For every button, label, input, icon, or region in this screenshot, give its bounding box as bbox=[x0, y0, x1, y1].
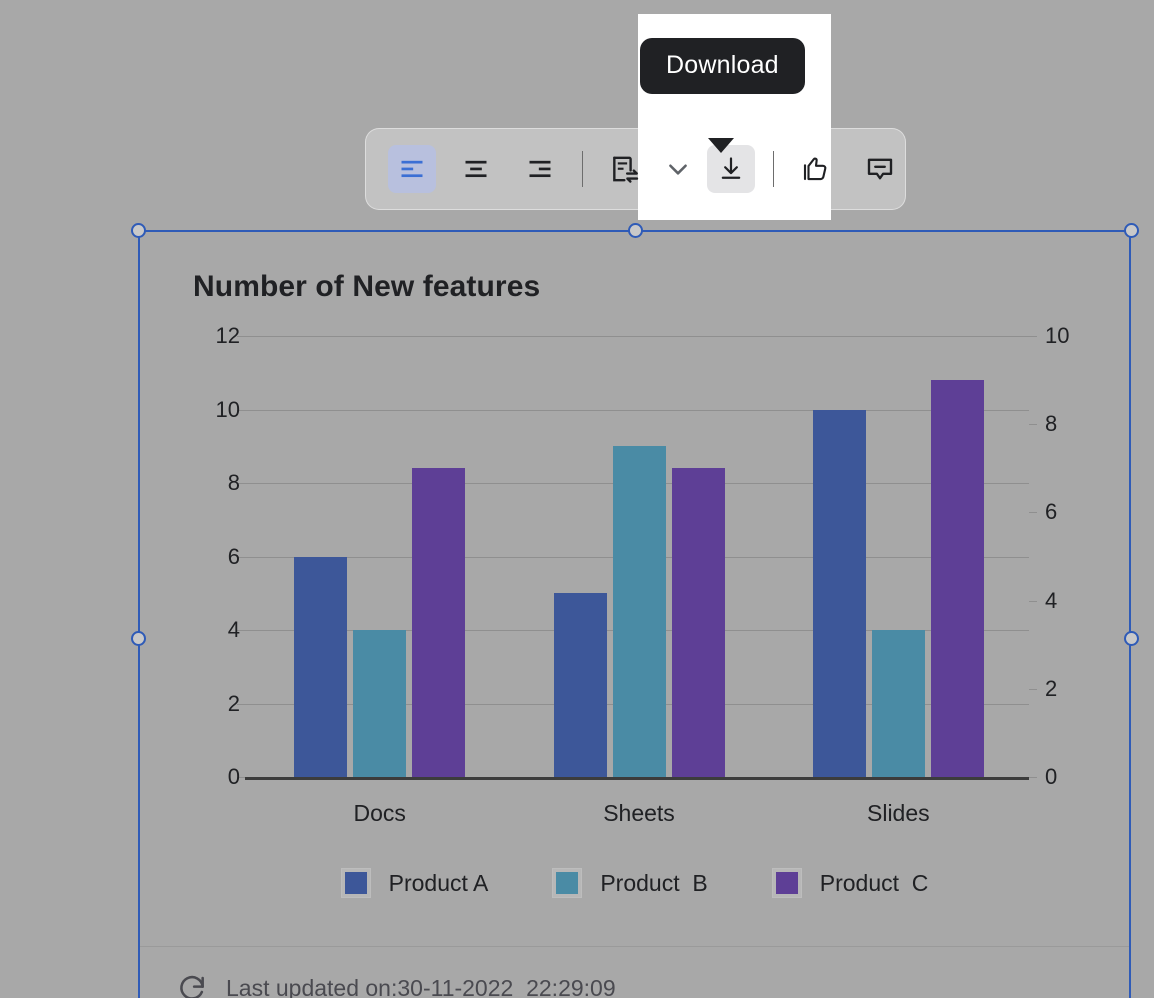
swap-rows-columns-icon bbox=[609, 153, 641, 185]
align-right-icon bbox=[526, 155, 554, 183]
legend-label: Product A bbox=[389, 870, 489, 897]
bar bbox=[412, 468, 465, 777]
legend-item[interactable]: Product A bbox=[341, 868, 489, 898]
align-left-button[interactable] bbox=[388, 145, 436, 193]
legend-label: Product B bbox=[600, 870, 707, 897]
align-center-button[interactable] bbox=[452, 145, 500, 193]
chart-card[interactable]: Number of New features 024681012 0246810… bbox=[140, 232, 1129, 998]
bar bbox=[931, 380, 984, 777]
resize-handle-middle-left[interactable] bbox=[131, 631, 146, 646]
legend-swatch bbox=[556, 872, 578, 894]
swap-data-button[interactable] bbox=[601, 145, 649, 193]
comment-icon bbox=[865, 154, 895, 184]
comment-button[interactable] bbox=[856, 145, 904, 193]
resize-handle-middle-right[interactable] bbox=[1124, 631, 1139, 646]
refresh-icon[interactable] bbox=[176, 972, 208, 998]
align-center-icon bbox=[462, 155, 490, 183]
chevron-down-icon bbox=[665, 156, 691, 182]
resize-handle-top-right[interactable] bbox=[1124, 223, 1139, 238]
tooltip-arrow bbox=[708, 138, 734, 153]
legend-swatch-box bbox=[552, 868, 582, 898]
bar bbox=[294, 557, 347, 778]
bar bbox=[353, 630, 406, 777]
card-footer: Last updated on:30-11-2022 22:29:09 bbox=[176, 972, 616, 998]
bar bbox=[554, 593, 607, 777]
bar bbox=[672, 468, 725, 777]
toolbar-divider-2 bbox=[773, 151, 774, 187]
toolbar-divider-1 bbox=[582, 151, 583, 187]
legend-swatch bbox=[776, 872, 798, 894]
legend-swatch bbox=[345, 872, 367, 894]
download-tooltip: Download bbox=[640, 38, 805, 94]
screen: Download Number of New features 02468101… bbox=[0, 0, 1154, 998]
chart-legend: Product A Product B Product C bbox=[140, 868, 1129, 898]
chart-toolbar bbox=[365, 128, 906, 210]
card-divider bbox=[140, 946, 1129, 947]
resize-handle-top-center[interactable] bbox=[628, 223, 643, 238]
legend-label: Product C bbox=[820, 870, 929, 897]
legend-swatch-box bbox=[772, 868, 802, 898]
x-axis-label: Sheets bbox=[603, 800, 675, 827]
legend-item[interactable]: Product C bbox=[772, 868, 929, 898]
download-icon bbox=[717, 155, 745, 183]
bar bbox=[872, 630, 925, 777]
thumbs-up-icon bbox=[801, 154, 831, 184]
x-axis-label: Slides bbox=[867, 800, 930, 827]
x-axis-label: Docs bbox=[353, 800, 405, 827]
resize-handle-top-left[interactable] bbox=[131, 223, 146, 238]
tooltip-label: Download bbox=[640, 38, 805, 94]
bar bbox=[813, 410, 866, 778]
legend-swatch-box bbox=[341, 868, 371, 898]
thumbs-up-button[interactable] bbox=[792, 145, 840, 193]
align-right-button[interactable] bbox=[516, 145, 564, 193]
more-options-button[interactable] bbox=[661, 145, 695, 193]
align-left-icon bbox=[398, 155, 426, 183]
legend-item[interactable]: Product B bbox=[552, 868, 707, 898]
bar bbox=[613, 446, 666, 777]
last-updated-text: Last updated on:30-11-2022 22:29:09 bbox=[226, 975, 616, 998]
